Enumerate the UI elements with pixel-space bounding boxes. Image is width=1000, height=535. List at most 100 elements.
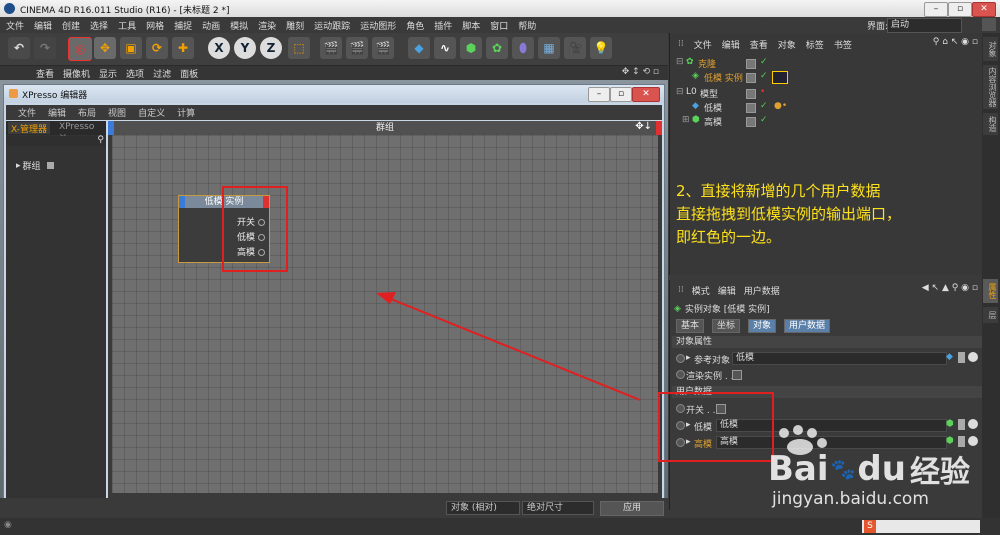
pick-object-icon[interactable]: [968, 436, 978, 446]
group-header[interactable]: 群组: [108, 121, 662, 135]
tree-item-group[interactable]: ▸ 群组: [16, 159, 54, 172]
light-icon[interactable]: 💡: [590, 37, 612, 59]
axis-x-button[interactable]: X: [208, 37, 230, 59]
obj-menu-bookmark[interactable]: 书签: [834, 38, 852, 51]
animate-radio[interactable]: [676, 354, 685, 363]
cloner-icon[interactable]: ✿: [486, 37, 508, 59]
menu-motion-tracking[interactable]: 运动跟踪: [314, 19, 350, 32]
attr-menu-userdata[interactable]: 用户数据: [744, 284, 780, 297]
minimize-button[interactable]: –: [924, 2, 948, 17]
node-grid-canvas[interactable]: 低模 实例 开关 低模 高模: [112, 135, 658, 493]
side-tab-structure[interactable]: 构造: [983, 113, 998, 135]
tab-coord[interactable]: 坐标: [712, 319, 741, 333]
xp-menu-view[interactable]: 视图: [108, 106, 126, 119]
vp-menu-view[interactable]: 查看: [36, 67, 54, 80]
xp-menu-layout[interactable]: 布局: [78, 106, 96, 119]
xp-menu-edit[interactable]: 编辑: [48, 106, 66, 119]
menu-plugins[interactable]: 插件: [434, 19, 452, 32]
xp-menu-calculate[interactable]: 计算: [177, 106, 195, 119]
menu-snap[interactable]: 捕捉: [174, 19, 192, 32]
menu-window[interactable]: 窗口: [490, 19, 508, 32]
enabled-check-icon[interactable]: ✓: [760, 101, 768, 111]
vp-menu-filter[interactable]: 过滤: [153, 67, 171, 80]
menu-mograph[interactable]: 运动图形: [360, 19, 396, 32]
animate-radio[interactable]: [676, 370, 685, 379]
rotate-icon[interactable]: ⟳: [146, 37, 168, 59]
spline-pen-icon[interactable]: ∿: [434, 37, 456, 59]
side-tab-objects[interactable]: 对象: [983, 37, 998, 61]
menu-sculpt[interactable]: 雕刻: [286, 19, 304, 32]
floor-icon[interactable]: ▦: [538, 37, 560, 59]
group-nav-icon[interactable]: ✥↓: [635, 121, 652, 132]
tab-basic[interactable]: 基本: [676, 319, 705, 333]
link-dropdown-icon[interactable]: [958, 419, 965, 430]
layout-icon[interactable]: [982, 18, 996, 31]
render-view-icon[interactable]: 🎬: [320, 37, 342, 59]
deformer-icon[interactable]: ⬮: [512, 37, 534, 59]
camera-icon[interactable]: 🎥: [564, 37, 586, 59]
obj-menu-edit[interactable]: 编辑: [722, 38, 740, 51]
menu-mesh[interactable]: 网格: [146, 19, 164, 32]
redo-icon[interactable]: ↷: [34, 37, 56, 59]
object-row-cloner[interactable]: ⊟ ✿ 克隆 ✓: [670, 57, 982, 71]
obj-menu-tag[interactable]: 标签: [806, 38, 824, 51]
object-row-low-instance[interactable]: ◈ 低模 实例 ✓: [670, 71, 982, 85]
obj-menu-file[interactable]: 文件: [694, 38, 712, 51]
xp-menu-file[interactable]: 文件: [18, 106, 36, 119]
menu-character[interactable]: 角色: [406, 19, 424, 32]
vp-menu-panel[interactable]: 面板: [180, 67, 198, 80]
render-instance-checkbox[interactable]: [732, 370, 742, 380]
menu-animate[interactable]: 动画: [202, 19, 220, 32]
tab-object[interactable]: 对象: [748, 319, 777, 333]
side-tab-content-browser[interactable]: 内容浏览器: [983, 65, 998, 109]
apply-button[interactable]: 应用: [600, 501, 664, 516]
x-manager-search[interactable]: ⚲: [6, 135, 106, 146]
subdivision-icon[interactable]: ⬢: [460, 37, 482, 59]
attr-menu-mode[interactable]: 模式: [692, 284, 710, 297]
link-dropdown-icon[interactable]: [958, 436, 965, 447]
object-row-low[interactable]: ◆ 低模 ✓ ●•: [670, 101, 982, 115]
attr-nav-icons[interactable]: ◀ ↖ ▲ ⚲ ◉ ▫: [922, 283, 978, 293]
object-row-high[interactable]: ⊞ ⬢ 高模 ✓: [670, 115, 982, 129]
viewport-nav-icons[interactable]: ✥ ↕ ⟲ ▫: [622, 67, 659, 77]
axis-z-button[interactable]: Z: [260, 37, 282, 59]
maximize-button[interactable]: ▫: [948, 2, 972, 17]
side-tab-attributes[interactable]: 属性: [983, 279, 998, 303]
material-tag-icon[interactable]: ●•: [774, 101, 787, 111]
move-icon[interactable]: ✥: [94, 37, 116, 59]
attr-menu-edit[interactable]: 编辑: [718, 284, 736, 297]
obj-toolbar-icons[interactable]: ⚲ ⌂ ↖ ◉ ▫: [933, 37, 978, 47]
live-select-icon[interactable]: ◎: [68, 37, 92, 61]
enabled-check-icon[interactable]: ✓: [760, 57, 768, 67]
undo-icon[interactable]: ↶: [8, 37, 30, 59]
obj-menu-object[interactable]: 对象: [778, 38, 796, 51]
xpresso-tag-icon[interactable]: [772, 71, 788, 84]
menu-simulate[interactable]: 模拟: [230, 19, 248, 32]
tab-userdata[interactable]: 用户数据: [784, 319, 831, 333]
menu-file[interactable]: 文件: [6, 19, 24, 32]
pick-object-icon[interactable]: [968, 419, 978, 429]
xpresso-close-button[interactable]: ✕: [632, 87, 660, 102]
menu-create[interactable]: 创建: [62, 19, 80, 32]
coordinate-mode-select[interactable]: 对象 (相对): [446, 501, 520, 515]
menu-edit[interactable]: 编辑: [34, 19, 52, 32]
ref-object-field[interactable]: 低模: [732, 352, 947, 365]
transform-icon[interactable]: ✚: [172, 37, 194, 59]
layout-select[interactable]: 启动: [887, 18, 962, 33]
coordinate-system-icon[interactable]: ⬚: [288, 37, 310, 59]
menu-help[interactable]: 帮助: [518, 19, 536, 32]
close-button[interactable]: ✕: [972, 2, 996, 17]
node-input-marker[interactable]: [179, 196, 185, 208]
ime-toolbar[interactable]: S: [862, 520, 980, 533]
axis-y-button[interactable]: Y: [234, 37, 256, 59]
enabled-check-icon[interactable]: ✓: [760, 71, 768, 81]
tab-x-manager[interactable]: X-管理器: [8, 122, 50, 135]
visibility-toggle[interactable]: [746, 103, 756, 113]
visibility-toggle[interactable]: [746, 89, 756, 99]
vp-menu-camera[interactable]: 摄像机: [63, 67, 90, 80]
menu-script[interactable]: 脚本: [462, 19, 480, 32]
size-mode-select[interactable]: 绝对尺寸: [522, 501, 594, 515]
pick-object-icon[interactable]: [968, 352, 978, 362]
xpresso-minimize-button[interactable]: –: [588, 87, 610, 102]
tab-xpresso-pool[interactable]: XPresso 池: [56, 122, 106, 145]
